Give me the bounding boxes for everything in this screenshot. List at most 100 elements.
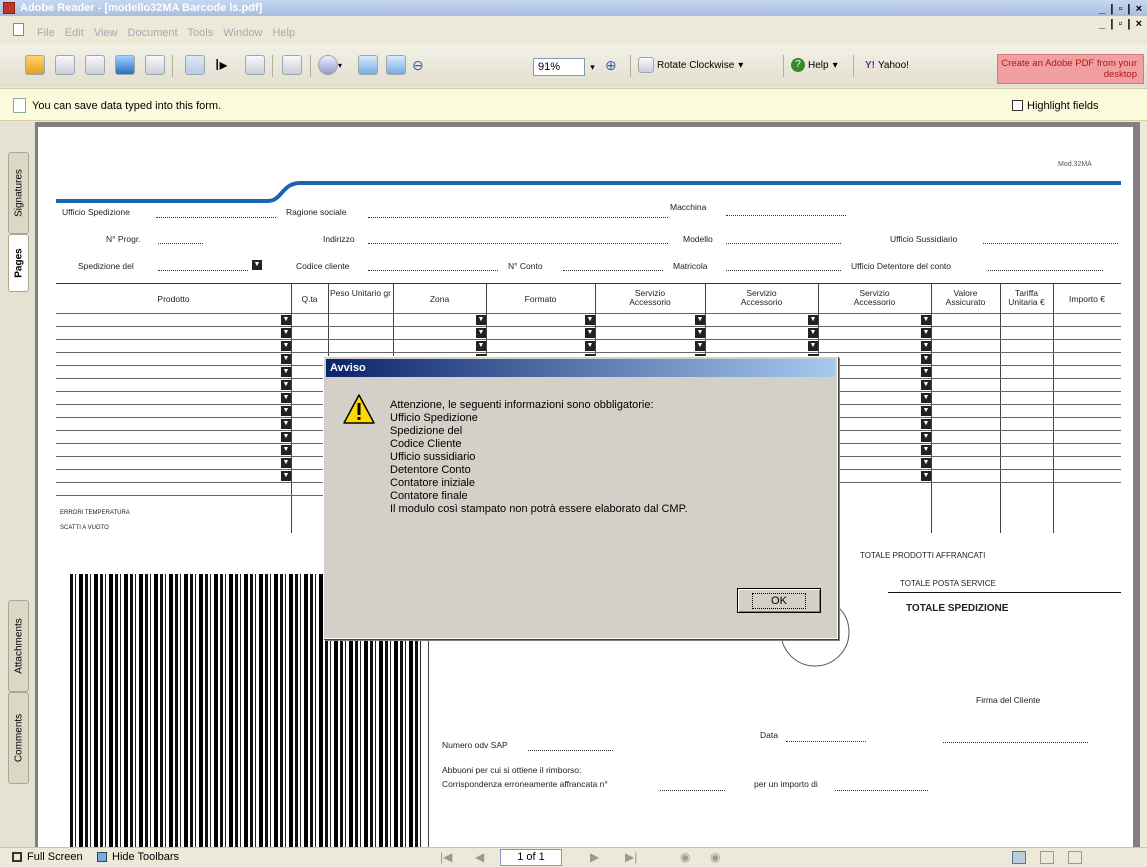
- field-modello[interactable]: [726, 243, 841, 244]
- zoom-dropdown-icon[interactable]: ▾: [586, 58, 599, 76]
- menu-edit[interactable]: Edit: [65, 27, 84, 39]
- row-dropdown-icon[interactable]: ▼: [476, 315, 486, 325]
- row-dropdown-icon[interactable]: ▼: [281, 380, 291, 390]
- next-view-icon[interactable]: ◉: [710, 850, 720, 864]
- row-dropdown-icon[interactable]: ▼: [921, 328, 931, 338]
- field-data[interactable]: [786, 741, 866, 742]
- field-ufficio-sussidiario[interactable]: [983, 243, 1118, 244]
- select-text-icon[interactable]: I▸: [215, 54, 227, 76]
- row-dropdown-icon[interactable]: ▼: [695, 315, 705, 325]
- row-dropdown-icon[interactable]: ▼: [921, 419, 931, 429]
- full-screen-label[interactable]: Full Screen: [27, 851, 83, 863]
- hide-toolbars-label[interactable]: Hide Toolbars: [112, 851, 179, 863]
- row-dropdown-icon[interactable]: ▼: [281, 393, 291, 403]
- row-dropdown-icon[interactable]: ▼: [281, 458, 291, 468]
- field-firma[interactable]: [943, 742, 1088, 743]
- field-indirizzo[interactable]: [368, 243, 668, 244]
- previous-view-icon[interactable]: ◉: [680, 850, 690, 864]
- search-icon[interactable]: [145, 54, 165, 76]
- row-dropdown-icon[interactable]: ▼: [921, 315, 931, 325]
- spedizione-del-dropdown-icon[interactable]: ▼: [252, 260, 262, 270]
- menu-document[interactable]: Document: [128, 27, 178, 39]
- row-dropdown-icon[interactable]: ▼: [921, 471, 931, 481]
- row-dropdown-icon[interactable]: ▼: [281, 406, 291, 416]
- row-dropdown-icon[interactable]: ▼: [921, 458, 931, 468]
- full-screen-icon[interactable]: [12, 852, 22, 862]
- document-window-controls[interactable]: _ | ▫ | ×: [1099, 18, 1143, 30]
- print-icon[interactable]: [85, 54, 105, 76]
- field-n-progr[interactable]: [158, 243, 203, 244]
- menu-file[interactable]: File: [37, 27, 55, 39]
- row-dropdown-icon[interactable]: ▼: [921, 380, 931, 390]
- row-dropdown-icon[interactable]: ▼: [476, 328, 486, 338]
- row-dropdown-icon[interactable]: ▼: [921, 432, 931, 442]
- menu-window[interactable]: Window: [223, 27, 262, 39]
- highlight-fields-checkbox[interactable]: [1012, 100, 1023, 111]
- field-ragione-sociale[interactable]: [368, 217, 668, 218]
- email-icon[interactable]: [115, 54, 135, 76]
- row-dropdown-icon[interactable]: ▼: [585, 341, 595, 351]
- row-dropdown-icon[interactable]: ▼: [921, 354, 931, 364]
- row-dropdown-icon[interactable]: ▼: [281, 432, 291, 442]
- zoom-out-icon[interactable]: ⊖: [412, 54, 424, 76]
- row-dropdown-icon[interactable]: ▼: [281, 341, 291, 351]
- rotate-clockwise-button[interactable]: Rotate Clockwise ▾: [638, 54, 743, 76]
- tab-signatures[interactable]: Signatures: [8, 152, 29, 234]
- fit-page-icon[interactable]: [282, 54, 302, 76]
- page-number-input[interactable]: 1 of 1: [500, 849, 562, 866]
- menu-help[interactable]: Help: [272, 27, 295, 39]
- zoom-tool-icon[interactable]: ▾: [318, 54, 342, 76]
- hand-tool-icon[interactable]: [185, 54, 205, 76]
- row-dropdown-icon[interactable]: ▼: [281, 328, 291, 338]
- snapshot-icon[interactable]: [245, 54, 265, 76]
- vertical-scrollbar[interactable]: [1140, 122, 1147, 847]
- field-corrispondenza[interactable]: [660, 790, 725, 791]
- zoom-in-icon[interactable]: ⊕: [605, 54, 617, 76]
- tab-comments[interactable]: Comments: [8, 692, 29, 784]
- row-dropdown-icon[interactable]: ▼: [808, 341, 818, 351]
- menu-view[interactable]: View: [94, 27, 118, 39]
- zoom-input[interactable]: 91%: [533, 58, 585, 76]
- field-n-conto[interactable]: [563, 270, 663, 271]
- row-dropdown-icon[interactable]: ▼: [808, 328, 818, 338]
- row-dropdown-icon[interactable]: ▼: [281, 367, 291, 377]
- fit-width-icon[interactable]: [386, 54, 406, 76]
- tab-attachments[interactable]: Attachments: [8, 600, 29, 692]
- row-dropdown-icon[interactable]: ▼: [921, 341, 931, 351]
- first-page-icon[interactable]: |◀: [440, 850, 452, 864]
- row-dropdown-icon[interactable]: ▼: [281, 419, 291, 429]
- menu-tools[interactable]: Tools: [188, 27, 214, 39]
- highlight-fields-label[interactable]: Highlight fields: [1027, 100, 1099, 112]
- field-matricola[interactable]: [726, 270, 841, 271]
- single-page-icon[interactable]: [1012, 851, 1026, 864]
- field-numero-odv[interactable]: [528, 750, 613, 751]
- row-dropdown-icon[interactable]: ▼: [281, 445, 291, 455]
- hide-toolbars-icon[interactable]: [97, 852, 107, 862]
- document-icon[interactable]: [13, 23, 24, 36]
- field-spedizione-del[interactable]: [158, 270, 248, 271]
- row-dropdown-icon[interactable]: ▼: [921, 367, 931, 377]
- help-button[interactable]: ? Help ▾: [791, 54, 838, 76]
- row-dropdown-icon[interactable]: ▼: [921, 406, 931, 416]
- next-page-icon[interactable]: ▶: [590, 850, 599, 864]
- facing-icon[interactable]: [1068, 851, 1082, 864]
- row-dropdown-icon[interactable]: ▼: [695, 341, 705, 351]
- row-dropdown-icon[interactable]: ▼: [281, 354, 291, 364]
- previous-page-icon[interactable]: ◀: [475, 850, 484, 864]
- open-icon[interactable]: [25, 54, 45, 76]
- row-dropdown-icon[interactable]: ▼: [585, 315, 595, 325]
- row-dropdown-icon[interactable]: ▼: [921, 393, 931, 403]
- row-dropdown-icon[interactable]: ▼: [585, 328, 595, 338]
- ok-button[interactable]: OK: [737, 588, 821, 613]
- field-importo[interactable]: [835, 790, 928, 791]
- field-ufficio-spedizione[interactable]: [156, 217, 276, 218]
- row-dropdown-icon[interactable]: ▼: [921, 445, 931, 455]
- row-dropdown-icon[interactable]: ▼: [281, 315, 291, 325]
- last-page-icon[interactable]: ▶|: [625, 850, 637, 864]
- save-icon[interactable]: [55, 54, 75, 76]
- field-ufficio-detentore[interactable]: [988, 270, 1103, 271]
- actual-size-icon[interactable]: [358, 54, 378, 76]
- field-codice-cliente[interactable]: [368, 270, 498, 271]
- row-dropdown-icon[interactable]: ▼: [476, 341, 486, 351]
- field-macchina[interactable]: [726, 215, 846, 216]
